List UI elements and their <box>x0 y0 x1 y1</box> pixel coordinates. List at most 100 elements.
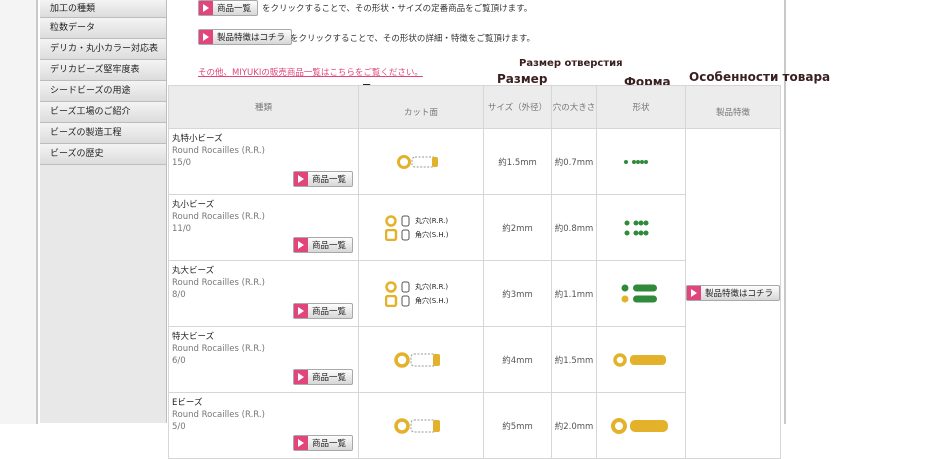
bead-table: 種類 カット面 サイズ（外径） 穴の大きさ 形状 製品特徴 丸特小ビーズ Rou… <box>168 85 782 459</box>
cut-round-hole: 丸穴(R.R.) <box>385 280 483 294</box>
intro-products-label: 商品一覧 <box>217 4 252 14</box>
bead-english: Round Rocailles (R.R.) <box>172 212 265 222</box>
header-features: 製品特徴 <box>684 85 782 129</box>
round-hole-icon <box>385 280 410 293</box>
header-hole: 穴の大きさ <box>551 85 597 129</box>
kind-cell: 丸特小ビーズ Round Rocailles (R.R.) 15/0 商品一覧 <box>168 128 359 195</box>
bead-english: Round Rocailles (R.R.) <box>172 146 265 156</box>
cut-cell <box>358 392 484 459</box>
sidebar-item-fastness[interactable]: デリカビーズ堅牢度表 <box>40 60 167 81</box>
product-list-label: 商品一覧 <box>312 307 347 317</box>
intro-line-1: をクリックすることで、その形状・サイズの定番商品をご覧頂けます。 <box>262 4 533 14</box>
sidebar-item-factory[interactable]: ビーズ工場のご紹介 <box>40 102 167 123</box>
cut-round-hole: 丸穴(R.R.) <box>385 214 483 228</box>
arrow-right-icon <box>294 436 308 450</box>
header-kind: 種類 <box>168 85 359 129</box>
product-list-label: 商品一覧 <box>312 241 347 251</box>
hole-cell: 約1.1mm <box>551 260 597 327</box>
table-header-row: 種類 カット面 サイズ（外径） 穴の大きさ 形状 製品特徴 <box>168 85 782 129</box>
overlay-hole-size: Размер отверстия <box>519 58 623 69</box>
hole-cell: 約0.8mm <box>551 194 597 261</box>
cut-square-hole: 角穴(S.H.) <box>385 228 483 242</box>
shape-cell <box>596 326 686 393</box>
bead-name: 丸特小ビーズ <box>172 134 223 144</box>
arrow-right-icon <box>199 30 213 44</box>
table-row: 丸特小ビーズ Round Rocailles (R.R.) 15/0 商品一覧 … <box>168 128 782 459</box>
bead-number: 15/0 <box>172 158 192 168</box>
bead-cut-icon <box>394 417 440 434</box>
arrow-right-icon <box>687 285 701 300</box>
sidebar-filler <box>40 165 167 423</box>
bead-number: 6/0 <box>172 356 186 366</box>
header-cut: カット面 <box>358 85 484 129</box>
features-cell: 製品特徴はコチラ <box>684 128 782 459</box>
size-cell: 約1.5mm <box>483 128 552 195</box>
kind-cell: Eビーズ Round Rocailles (R.R.) 5/0 商品一覧 <box>168 392 359 459</box>
overlay-features: Особенности товара <box>689 70 831 84</box>
product-list-label: 商品一覧 <box>312 175 347 185</box>
features-button[interactable]: 製品特徴はコチラ <box>686 284 781 301</box>
bead-shape-icon <box>621 284 657 302</box>
size-cell: 約3mm <box>483 260 552 327</box>
hole-cell: 約1.5mm <box>551 326 597 393</box>
outer-background <box>0 0 36 424</box>
intro-line-2: をクリックすることで、その形状の詳細・特徴をご覧頂けます。 <box>290 34 536 44</box>
product-list-button[interactable]: 商品一覧 <box>293 171 354 187</box>
arrow-right-icon <box>294 172 308 186</box>
arrow-right-icon <box>294 304 308 318</box>
shape-cell <box>596 194 686 261</box>
bead-name: Eビーズ <box>172 398 203 408</box>
bead-cut-icon <box>394 351 440 368</box>
round-hole-icon <box>385 214 410 227</box>
sidebar-item-grain-count[interactable]: 粒数データ <box>40 18 167 39</box>
size-cell: 約5mm <box>483 392 552 459</box>
bead-number: 8/0 <box>172 290 186 300</box>
bead-shape-icon <box>624 220 649 235</box>
bead-name: 特大ビーズ <box>172 332 215 342</box>
hole-cell: 約2.0mm <box>551 392 597 459</box>
arrow-right-icon <box>199 1 213 15</box>
bead-number: 11/0 <box>172 224 192 234</box>
cut-cell: 丸穴(R.R.) 角穴(S.H.) <box>358 194 484 261</box>
sidebar-item-uses[interactable]: シードビーズの用途 <box>40 81 167 102</box>
sidebar-item-color-chart[interactable]: デリカ・丸小カラー対応表 <box>40 39 167 60</box>
shape-cell <box>596 128 686 195</box>
cut-square-hole: 角穴(S.H.) <box>385 294 483 308</box>
size-cell: 約4mm <box>483 326 552 393</box>
hole-cell: 約0.7mm <box>551 128 597 195</box>
bead-shape-icon <box>613 352 666 367</box>
sidebar: 加工の種類 粒数データ デリカ・丸小カラー対応表 デリカビーズ堅牢度表 シードビ… <box>40 0 167 423</box>
header-shape: 形状 <box>596 85 686 129</box>
bead-name: 丸大ビーズ <box>172 266 215 276</box>
product-list-button[interactable]: 商品一覧 <box>293 303 354 319</box>
bead-name: 丸小ビーズ <box>172 200 215 210</box>
square-hole-icon <box>385 294 410 307</box>
all-products-link[interactable]: その他、MIYUKIの販売商品一覧はこちらをご覧ください。 <box>198 66 423 78</box>
overlay-size: Размер <box>497 72 548 86</box>
header-size: サイズ（外径） <box>483 85 552 129</box>
product-list-button[interactable]: 商品一覧 <box>293 369 354 385</box>
cut-cell: 丸穴(R.R.) 角穴(S.H.) <box>358 260 484 327</box>
features-button-label: 製品特徴はコチラ <box>705 288 774 299</box>
kind-cell: 丸小ビーズ Round Rocailles (R.R.) 11/0 商品一覧 <box>168 194 359 261</box>
arrow-right-icon <box>294 370 308 384</box>
product-list-button[interactable]: 商品一覧 <box>293 435 354 451</box>
intro-features-button[interactable]: 製品特徴はコチラ <box>198 29 293 45</box>
bead-english: Round Rocailles (R.R.) <box>172 278 265 288</box>
intro-features-label: 製品特徴はコチラ <box>217 33 286 43</box>
sidebar-item-history[interactable]: ビーズの歴史 <box>40 144 167 165</box>
intro-products-button[interactable]: 商品一覧 <box>198 0 259 16</box>
arrow-right-icon <box>294 238 308 252</box>
product-list-label: 商品一覧 <box>312 439 347 449</box>
bead-english: Round Rocailles (R.R.) <box>172 410 265 420</box>
cut-cell <box>358 326 484 393</box>
kind-cell: 特大ビーズ Round Rocailles (R.R.) 6/0 商品一覧 <box>168 326 359 393</box>
bead-english: Round Rocailles (R.R.) <box>172 344 265 354</box>
bead-number: 5/0 <box>172 422 186 432</box>
product-list-button[interactable]: 商品一覧 <box>293 237 354 253</box>
product-list-label: 商品一覧 <box>312 373 347 383</box>
shape-cell <box>596 392 686 459</box>
sidebar-item-manufacturing[interactable]: ビーズの製造工程 <box>40 123 167 144</box>
bead-shape-icon <box>611 417 668 434</box>
sidebar-item-processing[interactable]: 加工の種類 <box>40 0 167 18</box>
